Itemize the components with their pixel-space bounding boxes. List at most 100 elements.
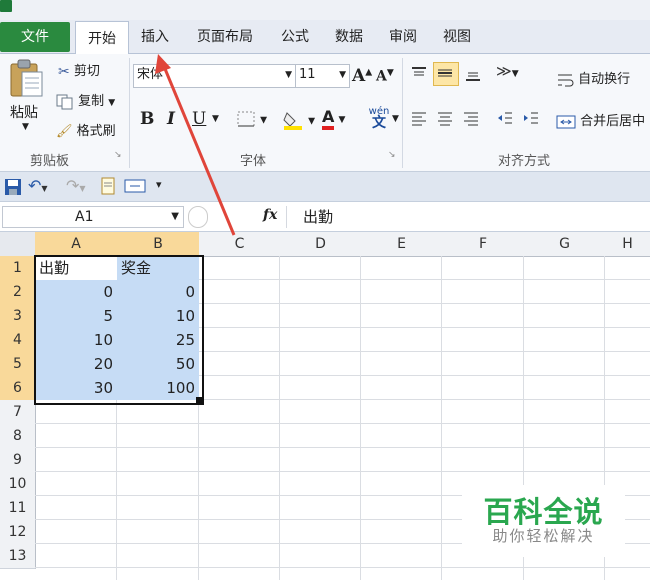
paste-button[interactable]: 粘贴 ▼	[8, 58, 48, 134]
grid-line	[35, 423, 650, 424]
phonetic-dropdown-icon[interactable]: ▼	[392, 114, 399, 124]
borders-button[interactable]: ▼	[236, 110, 267, 128]
brush-icon: 🖌	[56, 124, 73, 139]
column-header[interactable]: D	[280, 232, 362, 257]
font-group-label: 字体	[240, 154, 267, 169]
cut-button[interactable]: ✂ 剪切	[58, 60, 100, 80]
selection-border	[34, 255, 204, 405]
row-header[interactable]: 1	[0, 256, 36, 281]
merge-cells-icon	[124, 179, 146, 193]
column-header[interactable]: E	[361, 232, 443, 257]
font-color-button[interactable]: A ▼	[322, 108, 345, 130]
italic-button[interactable]: I	[167, 109, 175, 129]
column-header[interactable]: A	[35, 232, 118, 257]
align-center-button[interactable]	[436, 110, 454, 126]
row-header[interactable]: 7	[0, 400, 36, 425]
wrap-text-icon	[558, 74, 574, 86]
tab-home[interactable]: 开始	[75, 21, 129, 56]
shrink-font-button[interactable]: A▼	[376, 68, 394, 85]
row-header[interactable]: 4	[0, 328, 36, 353]
font-size-dropdown-icon[interactable]: ▼	[339, 65, 346, 85]
bold-button[interactable]: B	[140, 109, 154, 129]
font-name-dropdown-icon[interactable]: ▼	[285, 65, 292, 85]
paste-dropdown-icon[interactable]: ▼	[22, 122, 29, 132]
orientation-button[interactable]: ≫▼	[496, 62, 519, 80]
excel-app-icon[interactable]	[0, 0, 12, 12]
row-header[interactable]: 11	[0, 496, 36, 521]
print-preview-button[interactable]	[100, 177, 116, 195]
borders-icon	[237, 111, 255, 127]
row-header[interactable]: 10	[0, 472, 36, 497]
merge-center-icon	[556, 115, 576, 128]
save-button[interactable]	[4, 178, 22, 196]
font-name-box[interactable]: 宋体 ▼	[133, 64, 296, 88]
align-middle-icon	[438, 69, 452, 77]
group-divider	[402, 58, 403, 168]
row-header[interactable]: 13	[0, 544, 36, 569]
alignment-group-label: 对齐方式	[498, 154, 551, 169]
format-painter-button[interactable]: 🖌 格式刷	[56, 120, 116, 139]
tab-review[interactable]: 审阅	[382, 20, 424, 54]
align-top-button[interactable]	[410, 66, 428, 82]
fill-color-button[interactable]: ▼	[282, 110, 315, 130]
column-header[interactable]: B	[117, 232, 200, 257]
decrease-indent-icon	[498, 112, 512, 124]
font-size-box[interactable]: 11 ▼	[295, 64, 350, 88]
formula-bar-resize-handle[interactable]	[188, 206, 208, 228]
align-bottom-button[interactable]	[464, 66, 482, 82]
grid-line	[360, 256, 361, 580]
tab-data[interactable]: 数据	[328, 20, 370, 54]
align-left-button[interactable]	[410, 110, 428, 126]
phonetic-button[interactable]: wén 文	[362, 106, 396, 130]
select-all-corner[interactable]	[0, 232, 36, 257]
align-middle-button[interactable]	[433, 62, 459, 86]
grid-line	[35, 447, 650, 448]
scissors-icon: ✂	[58, 63, 70, 80]
copy-button[interactable]: 复制 ▼	[56, 90, 115, 110]
tab-formulas[interactable]: 公式	[274, 20, 316, 54]
merge-cells-qat-button[interactable]	[124, 178, 146, 194]
align-bottom-icon	[466, 72, 480, 81]
fill-bucket-icon	[283, 112, 302, 130]
redo-icon: ↷	[66, 176, 80, 195]
tab-view[interactable]: 视图	[436, 20, 478, 54]
merge-center-button[interactable]: 合并后居中	[556, 110, 645, 130]
clipboard-launcher-icon[interactable]: ↘	[114, 150, 122, 160]
tab-page-layout[interactable]: 页面布局	[186, 20, 264, 54]
undo-button[interactable]: ↶▼	[28, 176, 48, 195]
column-header[interactable]: F	[442, 232, 525, 257]
column-header[interactable]: G	[524, 232, 606, 257]
fill-handle[interactable]	[196, 397, 202, 403]
wrap-text-button[interactable]: 自动换行	[556, 68, 630, 88]
underline-dropdown-icon[interactable]: ▼	[212, 114, 219, 124]
row-header[interactable]: 3	[0, 304, 36, 329]
document-icon	[101, 177, 115, 195]
row-header[interactable]: 5	[0, 352, 36, 377]
column-header[interactable]: H	[605, 232, 650, 257]
copy-dropdown-icon[interactable]: ▼	[108, 98, 115, 108]
increase-indent-button[interactable]	[522, 110, 540, 126]
insert-function-button[interactable]: fx	[263, 207, 277, 223]
increase-indent-icon	[524, 112, 538, 124]
row-header[interactable]: 9	[0, 448, 36, 473]
underline-button[interactable]: U	[192, 109, 206, 129]
row-header[interactable]: 8	[0, 424, 36, 449]
copy-icon	[56, 94, 73, 109]
tab-file[interactable]: 文件	[0, 22, 70, 52]
tab-insert[interactable]: 插入	[134, 20, 176, 54]
group-divider	[129, 58, 130, 168]
row-header[interactable]: 6	[0, 376, 36, 401]
formula-input[interactable]: 出勤	[286, 206, 650, 228]
font-launcher-icon[interactable]: ↘	[388, 150, 396, 160]
name-box-dropdown-icon[interactable]: ▼	[171, 207, 179, 227]
decrease-indent-button[interactable]	[496, 110, 514, 126]
name-box[interactable]: A1 ▼	[2, 206, 184, 228]
grow-font-button[interactable]: A▲	[352, 66, 372, 86]
grid-line	[441, 256, 442, 580]
align-right-button[interactable]	[462, 110, 480, 126]
customize-qat-icon[interactable]: ▾	[156, 178, 162, 191]
column-header[interactable]: C	[199, 232, 281, 257]
row-header[interactable]: 2	[0, 280, 36, 305]
row-header[interactable]: 12	[0, 520, 36, 545]
undo-icon: ↶	[28, 176, 42, 195]
